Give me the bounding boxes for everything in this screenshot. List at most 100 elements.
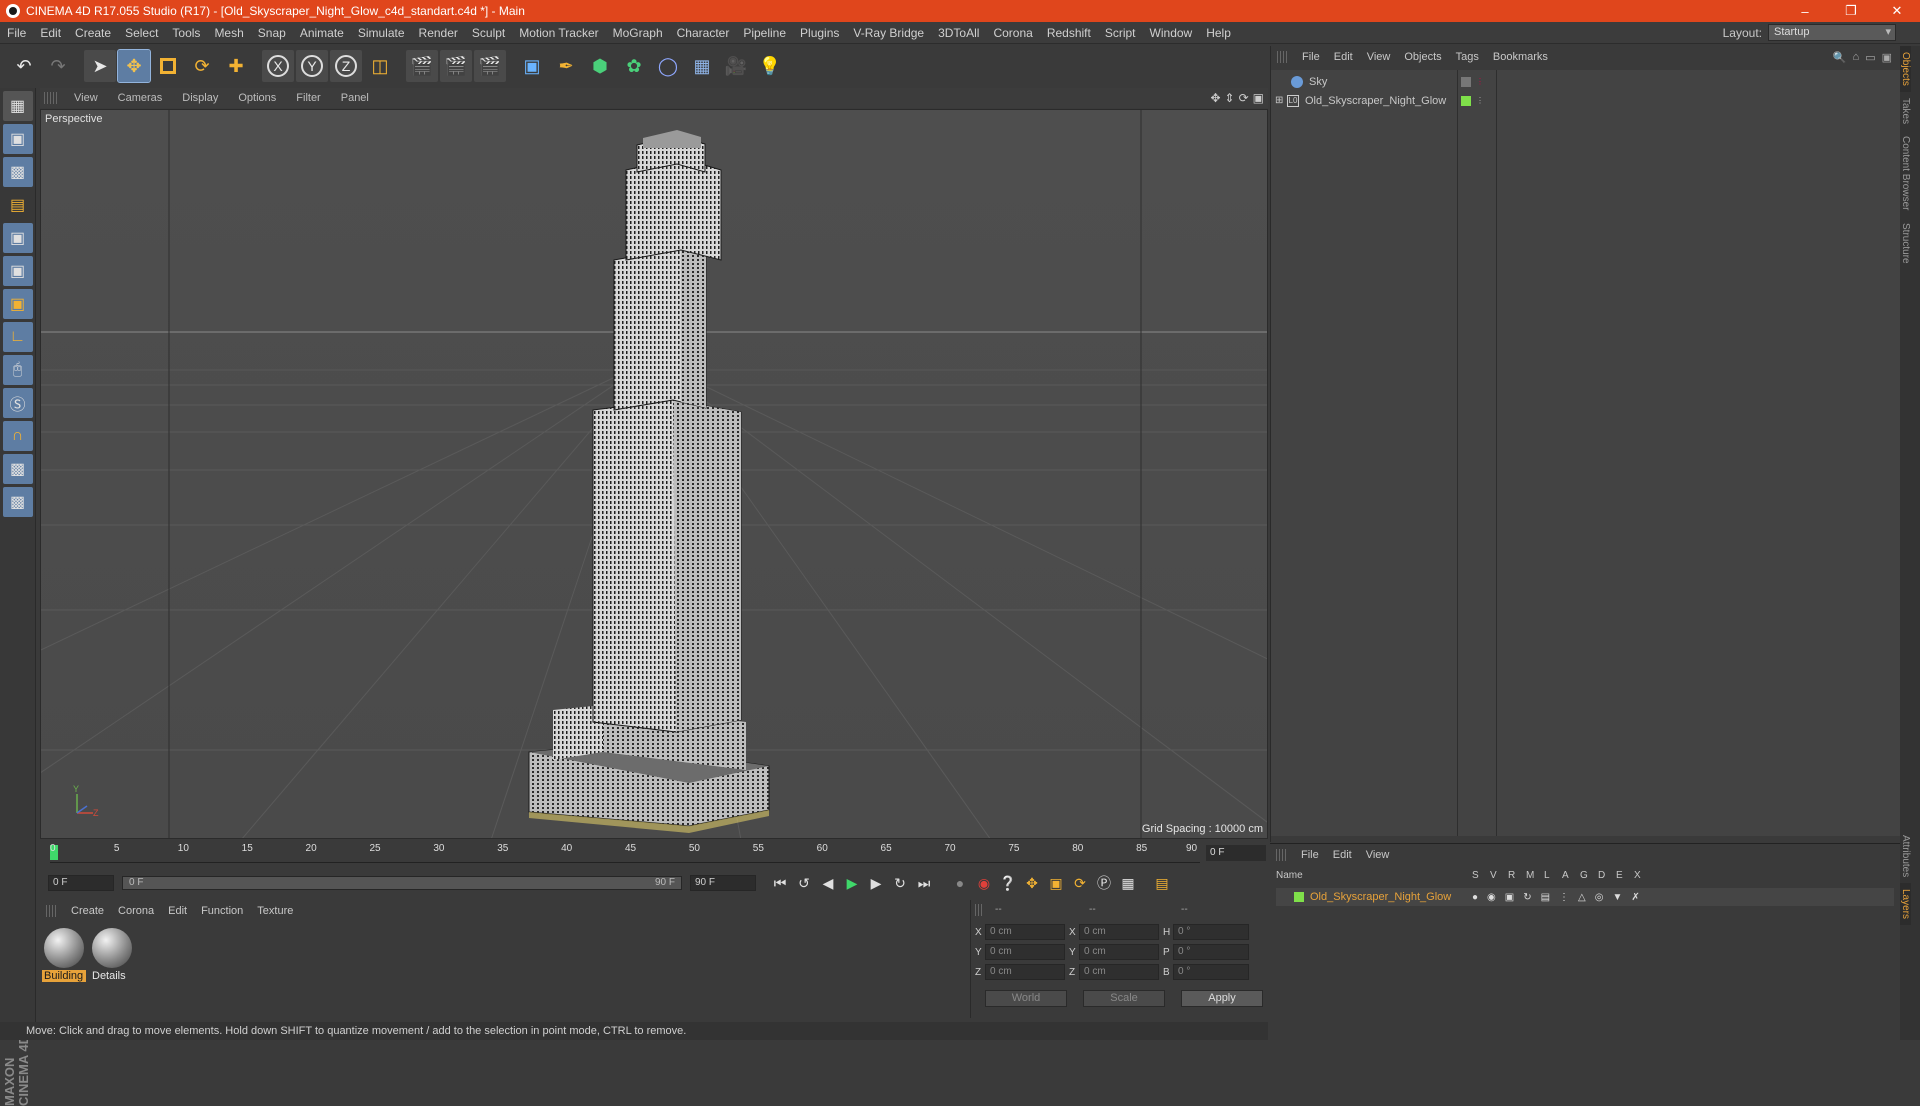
position-y-field[interactable]: 0 cm [985, 944, 1065, 960]
locked-workplane-icon[interactable]: ▩ [2, 454, 33, 484]
move-tool-icon[interactable]: ✥ [117, 49, 151, 83]
lm-menu-edit[interactable]: Edit [1326, 849, 1359, 861]
collapse-icon[interactable]: ▭ [1865, 51, 1875, 64]
menu-redshift[interactable]: Redshift [1040, 26, 1098, 40]
size-x-field[interactable]: 0 cm [1079, 924, 1159, 940]
3d-viewport[interactable]: Y Z Perspective Grid Spacing : 10000 cm [40, 109, 1268, 839]
viewport-menu-filter[interactable]: Filter [286, 92, 330, 104]
redo-icon[interactable]: ↷ [42, 50, 74, 82]
visibility-dots-icon[interactable]: ⋮ [1476, 96, 1484, 105]
layer-name[interactable]: Old_Skyscraper_Night_Glow [1310, 891, 1451, 903]
deformer-icon[interactable]: ◯ [652, 50, 684, 82]
layout-dropdown[interactable]: Startup [1768, 24, 1896, 41]
rotation-p-field[interactable]: 0 ° [1173, 944, 1249, 960]
home-icon[interactable]: ⌂ [1853, 51, 1860, 64]
autokey-icon[interactable]: ❔ [996, 871, 1020, 895]
menu-tools[interactable]: Tools [165, 26, 207, 40]
viewport-menu-view[interactable]: View [64, 92, 108, 104]
menu-help[interactable]: Help [1199, 26, 1238, 40]
layer-tag-icon[interactable] [1461, 95, 1471, 106]
menu-simulate[interactable]: Simulate [351, 26, 412, 40]
search-icon[interactable]: 🔍 [1833, 51, 1847, 64]
prev-key-icon[interactable]: ↺ [792, 871, 816, 895]
planar-workplane-icon[interactable]: ▩ [2, 487, 33, 517]
model-mode-icon[interactable]: ▣ [2, 124, 33, 154]
range-slider[interactable]: 0 F 90 F [122, 876, 682, 890]
om-menu-objects[interactable]: Objects [1397, 51, 1448, 63]
expand-icon[interactable]: ▣ [1882, 51, 1892, 64]
menu-mesh[interactable]: Mesh [207, 26, 250, 40]
motion-record-icon[interactable]: ● [948, 871, 972, 895]
goto-end-icon[interactable]: ⏭ [912, 871, 936, 895]
menu-render[interactable]: Render [412, 26, 465, 40]
make-editable-icon[interactable]: ▦ [2, 91, 33, 121]
timeline-ruler[interactable]: 0 5 10 15 20 25 30 35 40 45 50 55 60 65 70 75 80 85 90 0 F [40, 843, 1268, 863]
key-rotation-icon[interactable]: ⟳ [1068, 871, 1092, 895]
tab-content-browser[interactable]: Content Browser [1900, 130, 1911, 216]
key-position-icon[interactable]: ✥ [1020, 871, 1044, 895]
tab-objects[interactable]: Objects [1900, 46, 1911, 92]
object-row-sky[interactable]: Sky ⋮ [1271, 72, 1901, 91]
expand-tree-icon[interactable]: ⊞ [1275, 95, 1287, 106]
prev-frame-icon[interactable]: ◀ [816, 871, 840, 895]
visibility-toggle-icon[interactable] [1461, 76, 1471, 87]
layer-color-swatch[interactable] [1294, 892, 1304, 902]
layer-flags-icons[interactable]: ●◉▣↻▤⋮△◎▼✗ [1472, 892, 1649, 903]
panel-grip-icon[interactable] [975, 904, 983, 916]
om-menu-edit[interactable]: Edit [1327, 51, 1360, 63]
render-picture-viewer-icon[interactable]: 🎬 [440, 50, 472, 82]
next-frame-icon[interactable]: ▶ [864, 871, 888, 895]
key-parameter-icon[interactable]: Ⓟ [1092, 871, 1116, 895]
material-building[interactable]: Building [42, 926, 86, 984]
menu-script[interactable]: Script [1098, 26, 1143, 40]
play-icon[interactable]: ▶ [840, 871, 864, 895]
camera-icon[interactable]: 🎥 [720, 50, 752, 82]
material-details[interactable]: Details [90, 926, 134, 984]
panel-grip-icon[interactable] [1276, 849, 1286, 861]
menu-window[interactable]: Window [1143, 26, 1200, 40]
pen-spline-icon[interactable]: ✒ [550, 50, 582, 82]
om-menu-tags[interactable]: Tags [1449, 51, 1486, 63]
position-x-field[interactable]: 0 cm [985, 924, 1065, 940]
end-frame-field[interactable]: 90 F [690, 875, 756, 891]
scale-dropdown[interactable]: Scale [1083, 990, 1165, 1007]
object-name[interactable]: Sky [1309, 76, 1327, 88]
viewport-zoom-icon[interactable]: ⇕ [1225, 91, 1235, 105]
om-menu-view[interactable]: View [1360, 51, 1398, 63]
world-dropdown[interactable]: World [985, 990, 1067, 1007]
viewport-pan-icon[interactable]: ✥ [1210, 91, 1220, 105]
start-frame-field[interactable]: 0 F [48, 875, 114, 891]
tab-attributes[interactable]: Attributes [1900, 829, 1911, 883]
tweak-mode-icon[interactable]: 🖰 [2, 355, 33, 385]
camera-label[interactable]: Perspective [45, 113, 102, 125]
snap-magnet-icon[interactable]: ∩ [2, 421, 33, 451]
cube-primitive-icon[interactable]: ▣ [516, 50, 548, 82]
menu-pipeline[interactable]: Pipeline [736, 26, 793, 40]
current-frame-field[interactable]: 0 F [1206, 845, 1266, 861]
record-keyframe-icon[interactable]: ◉ [972, 871, 996, 895]
apply-button[interactable]: Apply [1181, 990, 1263, 1007]
viewport-menu-cameras[interactable]: Cameras [108, 92, 173, 104]
menu-animate[interactable]: Animate [293, 26, 351, 40]
next-key-icon[interactable]: ↻ [888, 871, 912, 895]
om-menu-bookmarks[interactable]: Bookmarks [1486, 51, 1555, 63]
close-button[interactable]: ✕ [1874, 0, 1920, 22]
mm-menu-texture[interactable]: Texture [250, 905, 300, 917]
array-icon[interactable]: ✿ [618, 50, 650, 82]
menu-sculpt[interactable]: Sculpt [465, 26, 512, 40]
om-menu-file[interactable]: File [1295, 51, 1327, 63]
minimize-button[interactable]: – [1782, 0, 1828, 22]
menu-3dtoall[interactable]: 3DToAll [931, 26, 986, 40]
mm-menu-function[interactable]: Function [194, 905, 250, 917]
solo-mode-icon[interactable]: Ⓢ [2, 388, 33, 418]
size-y-field[interactable]: 0 cm [1079, 944, 1159, 960]
menu-motion-tracker[interactable]: Motion Tracker [512, 26, 605, 40]
position-z-field[interactable]: 0 cm [985, 964, 1065, 980]
z-axis-lock-icon[interactable]: Z [330, 50, 362, 82]
goto-start-icon[interactable]: ⏮ [768, 871, 792, 895]
viewport-rotate-icon[interactable]: ⟳ [1239, 91, 1249, 105]
panel-grip-icon[interactable] [44, 92, 58, 104]
key-scale-icon[interactable]: ▣ [1044, 871, 1068, 895]
workplane-mode-icon[interactable]: ▤ [3, 190, 33, 220]
tab-layers[interactable]: Layers [1900, 883, 1911, 926]
